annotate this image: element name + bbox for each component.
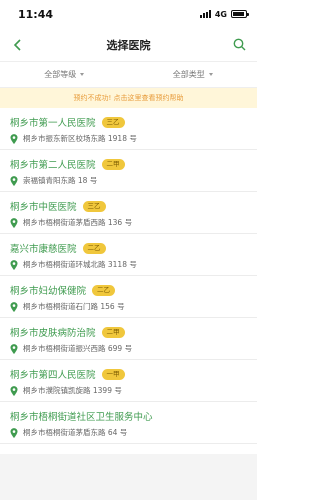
status-bar: 11:44 4G: [0, 0, 257, 28]
level-badge: 一甲: [101, 368, 125, 380]
hospital-name: 嘉兴市康慈医院: [10, 244, 77, 255]
location-pin-icon: [10, 301, 18, 312]
hospital-address: 桐乡市梧桐街道茅盾东路 64 号: [23, 428, 128, 437]
hospital-item[interactable]: 桐乡市中医医院 三乙 桐乡市梧桐街道茅盾西路 136 号: [0, 192, 257, 234]
signal-icon: [199, 10, 211, 18]
battery-icon: [231, 10, 249, 18]
hospital-name: 桐乡市第一人民医院: [10, 118, 96, 129]
level-badge: 二乙: [92, 284, 116, 296]
hospital-name: 桐乡市皮肤病防治院: [10, 328, 96, 339]
location-pin-icon: [10, 385, 18, 396]
status-indicators: 4G: [199, 9, 249, 19]
hospital-item[interactable]: 桐乡市第二人民医院 二甲 崇福镇青阳东路 18 号: [0, 150, 257, 192]
type-filter[interactable]: 全部类型: [129, 69, 258, 80]
chevron-down-icon: [208, 73, 213, 76]
search-icon: [233, 38, 245, 51]
hospital-address: 桐乡市梧桐街道振兴西路 699 号: [23, 344, 133, 353]
level-filter[interactable]: 全部等级: [0, 69, 129, 80]
filter-bar: 全部等级 全部类型: [0, 62, 257, 88]
booking-help-notice[interactable]: 预约不成功! 点击这里查看预约帮助: [0, 88, 257, 108]
chevron-down-icon: [80, 73, 85, 76]
hospital-item[interactable]: 桐乡市梧桐街道社区卫生服务中心 桐乡市梧桐街道茅盾东路 64 号: [0, 402, 257, 444]
chevron-left-icon: [13, 38, 21, 51]
hospital-item[interactable]: 桐乡市第四人民医院 一甲 桐乡市濮院镇凯旋路 1399 号: [0, 360, 257, 402]
hospital-item[interactable]: 桐乡市皮肤病防治院 二甲 桐乡市梧桐街道振兴西路 699 号: [0, 318, 257, 360]
network-type: 4G: [214, 9, 227, 19]
hospital-address: 桐乡市梧桐街道环城北路 3118 号: [23, 260, 137, 269]
search-button[interactable]: [229, 35, 249, 55]
hospital-name: 桐乡市第二人民医院: [10, 160, 96, 171]
list-end-area: [0, 454, 257, 500]
hospital-item[interactable]: 桐乡市第一人民医院 三乙 桐乡市振东新区校场东路 1918 号: [0, 108, 257, 150]
hospital-item[interactable]: 嘉兴市康慈医院 二乙 桐乡市梧桐街道环城北路 3118 号: [0, 234, 257, 276]
level-badge: 三乙: [82, 200, 106, 212]
location-pin-icon: [10, 175, 18, 186]
status-time: 11:44: [18, 7, 54, 21]
location-pin-icon: [10, 343, 18, 354]
location-pin-icon: [10, 217, 18, 228]
hospital-list: 桐乡市第一人民医院 三乙 桐乡市振东新区校场东路 1918 号 桐乡市第二人民医…: [0, 108, 257, 444]
location-pin-icon: [10, 427, 18, 438]
hospital-name: 桐乡市中医医院: [10, 202, 77, 213]
hospital-address: 桐乡市梧桐街道茅盾西路 136 号: [23, 218, 133, 227]
level-badge: 二乙: [82, 242, 106, 254]
level-filter-label: 全部等级: [44, 70, 77, 79]
back-button[interactable]: [8, 35, 28, 55]
hospital-item[interactable]: 桐乡市妇幼保健院 二乙 桐乡市梧桐街道石门路 156 号: [0, 276, 257, 318]
hospital-address: 崇福镇青阳东路 18 号: [23, 176, 98, 185]
page-title: 选择医院: [106, 38, 151, 52]
level-badge: 二甲: [101, 326, 125, 338]
level-badge: 三乙: [101, 116, 125, 128]
hospital-name: 桐乡市第四人民医院: [10, 370, 96, 381]
type-filter-label: 全部类型: [172, 70, 205, 79]
hospital-name: 桐乡市梧桐街道社区卫生服务中心: [10, 412, 153, 423]
hospital-address: 桐乡市振东新区校场东路 1918 号: [23, 134, 137, 143]
nav-bar: 选择医院: [0, 28, 257, 62]
hospital-name: 桐乡市妇幼保健院: [10, 286, 87, 297]
level-badge: 二甲: [101, 158, 125, 170]
hospital-address: 桐乡市梧桐街道石门路 156 号: [23, 302, 125, 311]
hospital-address: 桐乡市濮院镇凯旋路 1399 号: [23, 386, 122, 395]
location-pin-icon: [10, 259, 18, 270]
location-pin-icon: [10, 133, 18, 144]
notice-text: 预约不成功! 点击这里查看预约帮助: [73, 94, 184, 102]
